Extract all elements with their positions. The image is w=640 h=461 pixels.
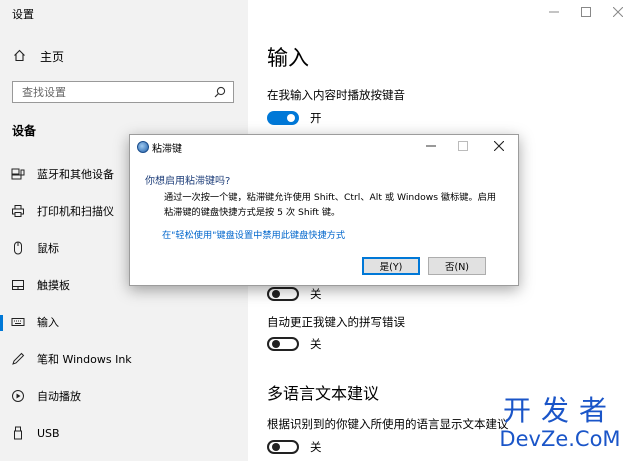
- maximize-icon: [458, 140, 468, 154]
- key-sound-label: 在我输入内容时播放按键音: [267, 88, 405, 102]
- sidebar-item-autoplay[interactable]: 自动播放: [0, 380, 248, 412]
- autocorrect-toggle-row: 关: [267, 336, 322, 352]
- printer-icon: [11, 204, 25, 218]
- autoplay-icon: [11, 389, 25, 403]
- yes-button[interactable]: 是(Y): [362, 257, 420, 275]
- dialog-body-line: 粘滞键的键盘快捷方式是按 5 次 Shift 键。: [164, 207, 341, 218]
- key-sound-toggle[interactable]: [267, 111, 299, 125]
- autocorrect-label: 自动更正我键入的拼写错误: [267, 315, 405, 329]
- search-box[interactable]: [12, 81, 234, 103]
- minimize-icon: [549, 6, 559, 20]
- dialog-title: 粘滞键: [152, 144, 182, 155]
- home-icon: [13, 49, 26, 65]
- sidebar-item-typing[interactable]: 输入: [0, 306, 248, 338]
- sidebar-item-label: 笔和 Windows Ink: [37, 353, 132, 366]
- accessibility-icon: [137, 141, 149, 153]
- toggle-knob: [287, 114, 295, 122]
- sidebar-item-label: 自动播放: [37, 390, 81, 403]
- no-button[interactable]: 否(N): [428, 257, 486, 275]
- sidebar-item-label: 触摸板: [37, 279, 70, 292]
- toggle-knob: [272, 340, 280, 348]
- watermark-line2: DevZe.CoM: [499, 427, 621, 451]
- selection-indicator: [0, 315, 3, 331]
- watermark-line1: 开发者: [502, 394, 617, 427]
- close-icon: [612, 6, 624, 20]
- usb-icon: [11, 426, 25, 440]
- multilingual-toggle-row: 关: [267, 439, 322, 455]
- bluetooth-devices-icon: [11, 167, 25, 181]
- sidebar-item-label: 输入: [37, 316, 59, 329]
- autocorrect-toggle[interactable]: [267, 337, 299, 351]
- sidebar-item-usb[interactable]: USB: [0, 417, 248, 449]
- multilingual-state: 关: [310, 440, 322, 454]
- key-sound-state: 开: [310, 111, 322, 125]
- sidebar-item-pen[interactable]: 笔和 Windows Ink: [0, 343, 248, 375]
- section-heading: 设备: [12, 124, 37, 138]
- maximize-icon: [581, 6, 591, 20]
- key-sound-toggle-row: 开: [267, 110, 322, 126]
- touchpad-icon: [11, 278, 25, 292]
- multilingual-label: 根据识别到的你键入所使用的语言显示文本建议: [267, 417, 509, 431]
- dialog-maximize-button: [448, 137, 478, 157]
- search-icon[interactable]: [214, 86, 226, 101]
- close-button[interactable]: [605, 3, 631, 23]
- sidebar-item-label: USB: [37, 426, 60, 440]
- maximize-button[interactable]: [573, 3, 599, 23]
- dialog-close-button[interactable]: [484, 137, 514, 157]
- multilingual-heading: 多语言文本建议: [267, 384, 380, 403]
- close-icon: [493, 140, 505, 154]
- dialog-titlebar[interactable]: 粘滞键: [130, 135, 518, 159]
- dialog-question: 你想启用粘滞键吗?: [145, 176, 231, 187]
- sticky-keys-dialog: 粘滞键 你想启用粘滞键吗? 通过一次按一个键，粘滞键允许使用 Shift、Ctr…: [129, 134, 519, 286]
- autocorrect-state: 关: [310, 337, 322, 351]
- toggle-knob: [272, 290, 280, 298]
- hidden-setting-toggle[interactable]: [267, 287, 299, 301]
- minimize-button[interactable]: [541, 3, 567, 23]
- toggle-knob: [272, 443, 280, 451]
- home-label: 主页: [40, 50, 65, 64]
- pen-icon: [11, 352, 25, 366]
- dialog-minimize-button[interactable]: [416, 137, 446, 157]
- sidebar-item-label: 打印机和扫描仪: [37, 205, 114, 218]
- hidden-setting-state: 关: [310, 287, 322, 301]
- dialog-body-line: 通过一次按一个键，粘滞键允许使用 Shift、Ctrl、Alt 或 Window…: [164, 192, 497, 203]
- multilingual-toggle[interactable]: [267, 440, 299, 454]
- dialog-body: 通过一次按一个键，粘滞键允许使用 Shift、Ctrl、Alt 或 Window…: [164, 190, 504, 220]
- app-title: 设置: [12, 8, 34, 21]
- search-input[interactable]: [22, 84, 202, 100]
- mouse-icon: [11, 241, 25, 255]
- minimize-icon: [426, 141, 436, 154]
- disable-shortcut-link[interactable]: 在"轻松使用"键盘设置中禁用此键盘快捷方式: [162, 227, 345, 241]
- sidebar-item-label: 蓝牙和其他设备: [37, 168, 114, 181]
- sidebar-item-label: 鼠标: [37, 242, 59, 255]
- page-title: 输入: [267, 46, 309, 70]
- hidden-setting-toggle-row: 关: [267, 286, 322, 302]
- watermark: 开发者 DevZe.CoM: [484, 394, 636, 452]
- keyboard-icon: [11, 315, 25, 329]
- nav-home[interactable]: 主页: [13, 48, 64, 65]
